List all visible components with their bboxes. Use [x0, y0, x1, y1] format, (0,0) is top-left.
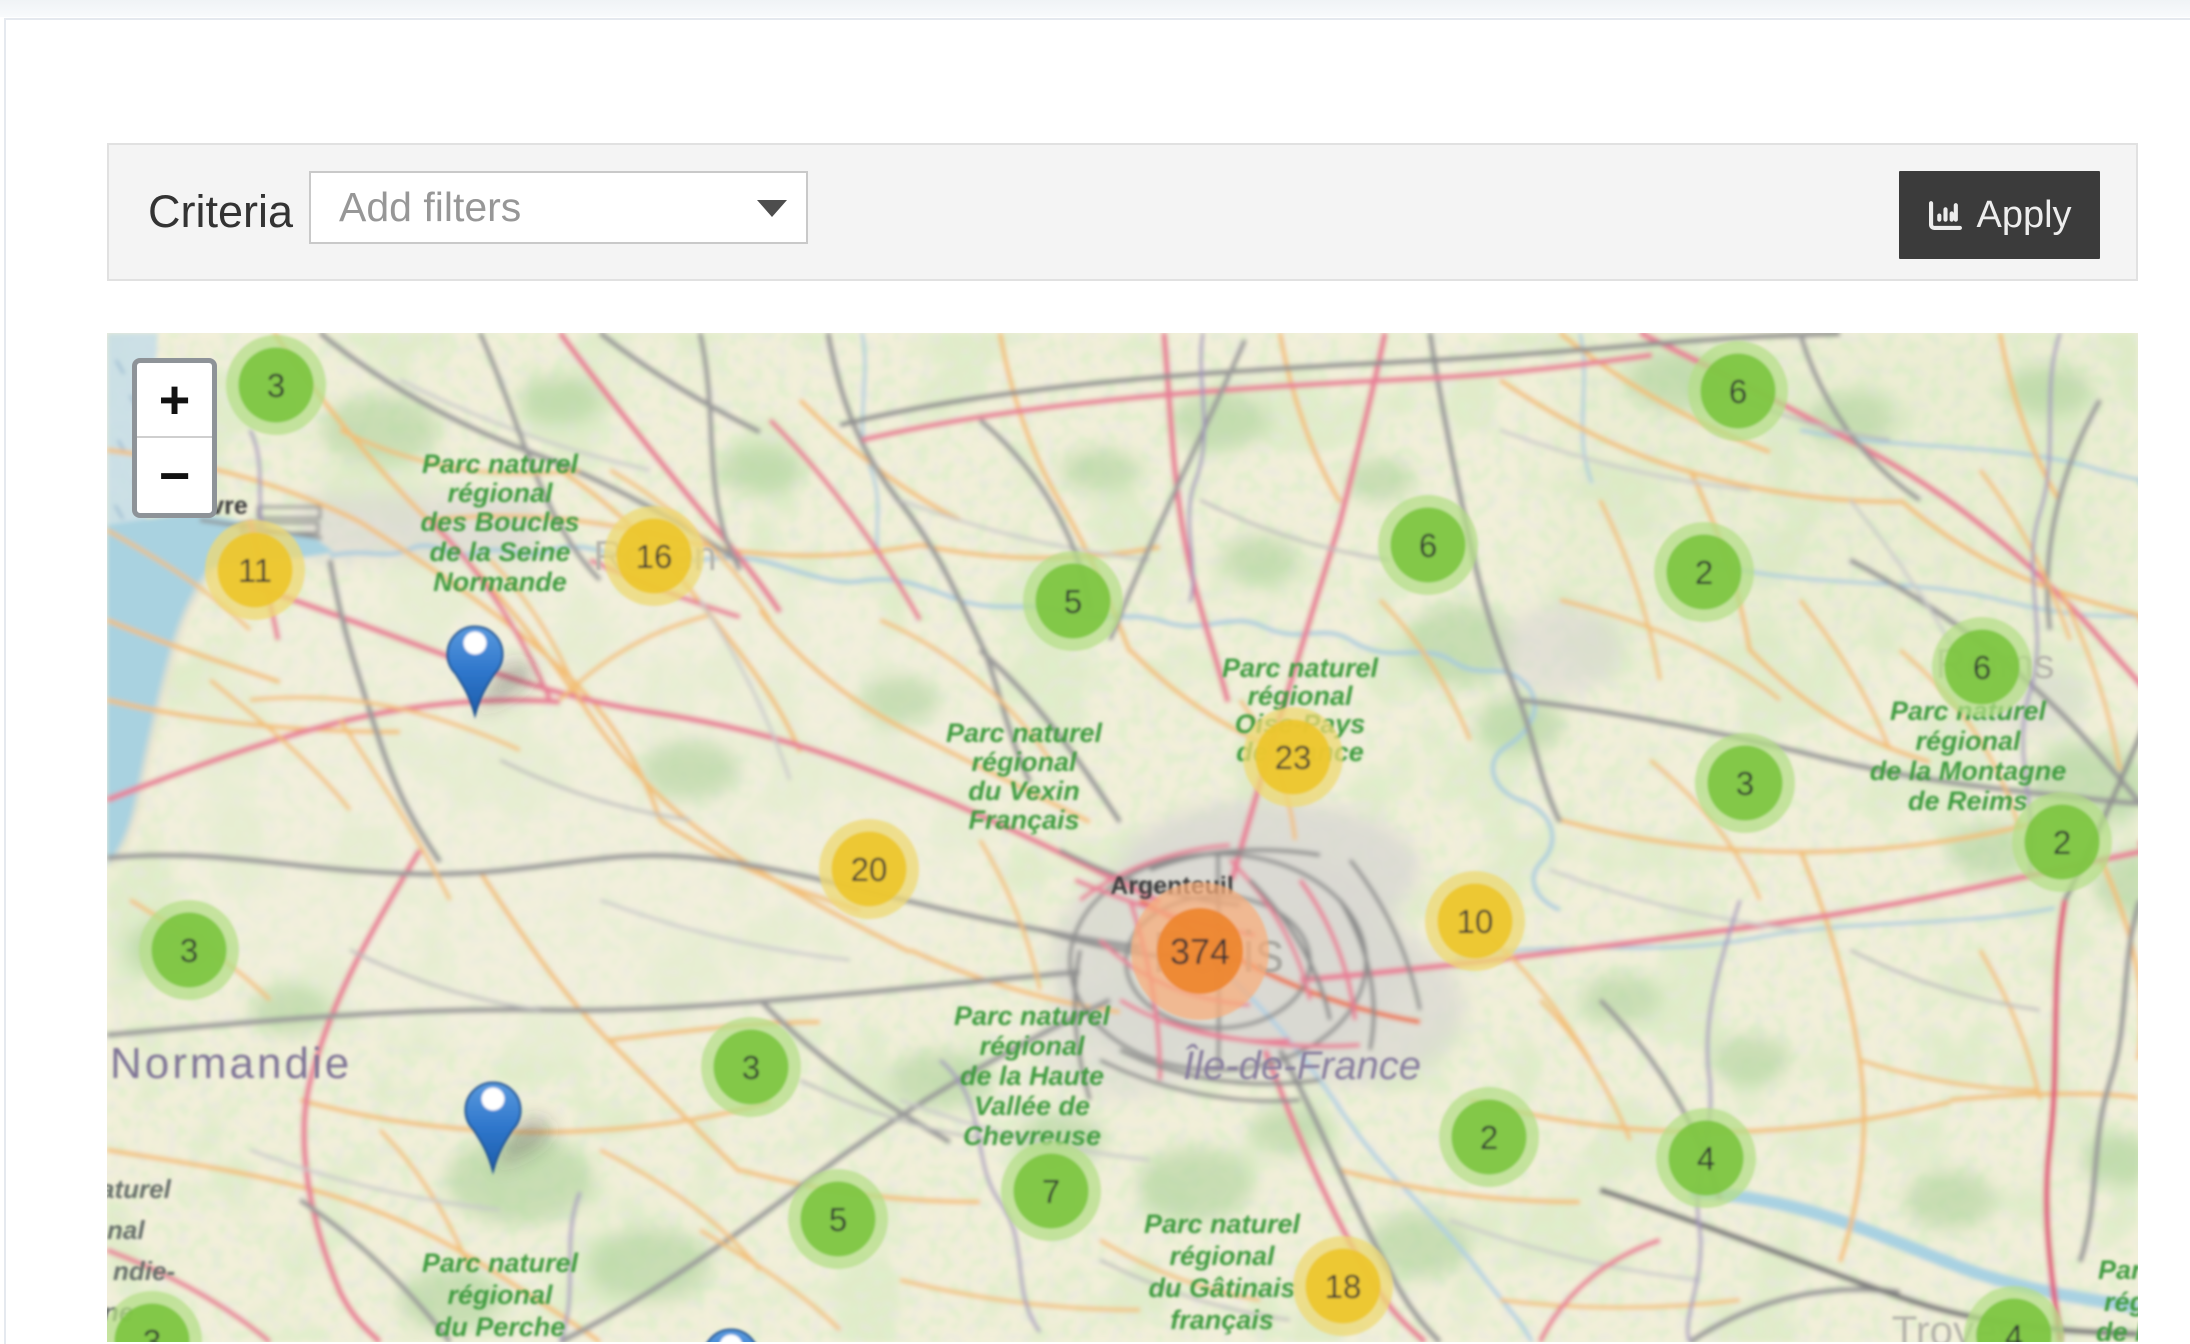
svg-text:3: 3	[267, 367, 285, 404]
svg-text:Parc naturel: Parc naturel	[422, 449, 579, 479]
svg-text:français: français	[1170, 1305, 1274, 1335]
svg-text:3: 3	[143, 1323, 161, 1342]
svg-text:Île-de-France: Île-de-France	[1183, 1043, 1421, 1088]
svg-text:régi: régi	[2104, 1287, 2138, 1317]
svg-text:de la Haute: de la Haute	[960, 1061, 1104, 1091]
svg-text:16: 16	[636, 538, 673, 575]
svg-text:Parc naturel: Parc naturel	[954, 1001, 1111, 1031]
svg-text:Normandie: Normandie	[110, 1039, 352, 1088]
svg-text:Parc naturel: Parc naturel	[1144, 1209, 1301, 1239]
svg-text:Parc naturel: Parc naturel	[1222, 653, 1379, 683]
svg-text:régional: régional	[1915, 726, 2021, 756]
svg-text:des Boucles: des Boucles	[420, 507, 579, 537]
svg-text:5: 5	[829, 1201, 847, 1238]
svg-text:6: 6	[1973, 649, 1991, 686]
svg-text:nal: nal	[107, 1215, 145, 1245]
svg-text:23: 23	[1275, 739, 1312, 776]
svg-text:du Gâtinais: du Gâtinais	[1148, 1273, 1295, 1303]
svg-text:ndie-: ndie-	[113, 1256, 175, 1286]
svg-text:2: 2	[2053, 824, 2071, 861]
svg-text:de la: de la	[2096, 1317, 2138, 1342]
svg-text:de Reims: de Reims	[1908, 786, 2028, 816]
svg-text:Français: Français	[968, 805, 1079, 835]
svg-text:3: 3	[742, 1049, 760, 1086]
svg-text:20: 20	[851, 851, 888, 888]
svg-text:régional: régional	[1169, 1241, 1275, 1271]
svg-text:10: 10	[1457, 903, 1494, 940]
svg-text:6: 6	[1419, 527, 1437, 564]
svg-text:2: 2	[1480, 1119, 1498, 1156]
svg-text:374: 374	[1170, 931, 1230, 972]
svg-text:de la Montagne: de la Montagne	[1870, 756, 2067, 786]
svg-text:6: 6	[1729, 373, 1747, 410]
svg-text:4: 4	[2005, 1318, 2023, 1342]
svg-text:régional: régional	[979, 1031, 1085, 1061]
svg-text:aturel: aturel	[107, 1174, 172, 1204]
svg-text:du Vexin: du Vexin	[968, 776, 1080, 806]
svg-text:du Perche: du Perche	[435, 1312, 566, 1342]
svg-text:7: 7	[1042, 1173, 1060, 1210]
svg-text:11: 11	[238, 552, 272, 589]
svg-text:régional: régional	[971, 747, 1077, 777]
svg-text:Parc n: Parc n	[2098, 1255, 2138, 1285]
svg-text:de la Seine: de la Seine	[429, 537, 570, 567]
svg-text:régional: régional	[447, 1280, 553, 1310]
svg-text:18: 18	[1325, 1268, 1362, 1305]
svg-text:régional: régional	[447, 478, 553, 508]
svg-text:Parc naturel: Parc naturel	[946, 718, 1103, 748]
svg-text:régional: régional	[1247, 681, 1353, 711]
svg-text:Parc naturel: Parc naturel	[422, 1248, 579, 1278]
svg-text:2: 2	[1695, 554, 1713, 591]
svg-text:Vallée de: Vallée de	[974, 1091, 1090, 1121]
svg-text:4: 4	[1697, 1140, 1715, 1177]
svg-text:3: 3	[180, 932, 198, 969]
svg-text:3: 3	[1736, 765, 1754, 802]
svg-text:5: 5	[1064, 583, 1082, 620]
svg-text:Normande: Normande	[433, 567, 567, 597]
